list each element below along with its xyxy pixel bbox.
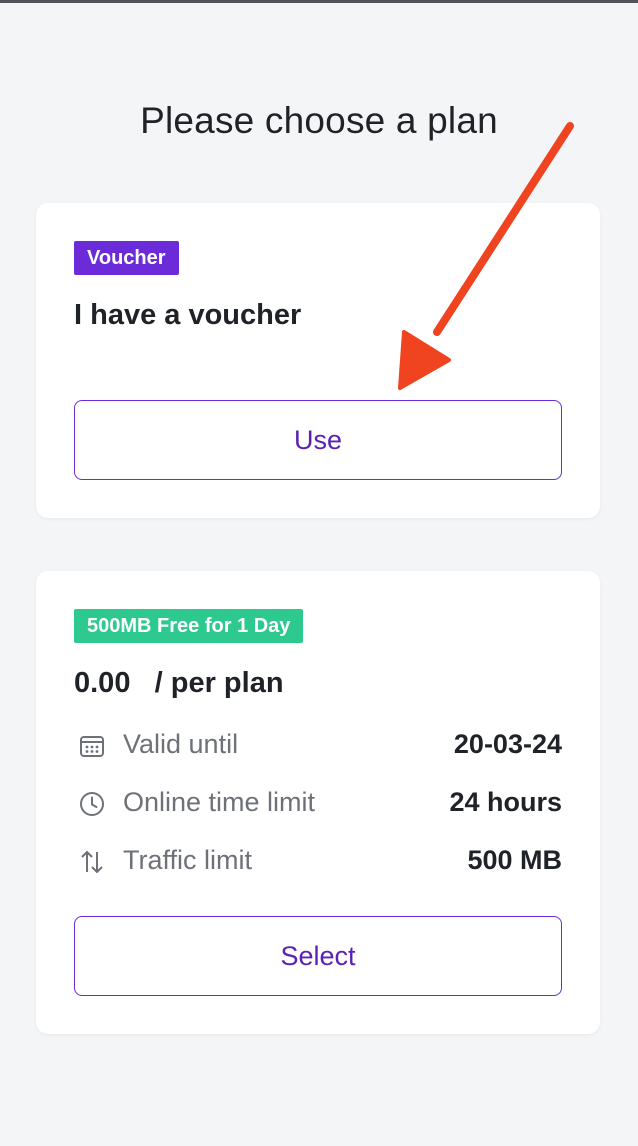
plan-price-amount: 0.00 — [74, 667, 131, 699]
voucher-badge: Voucher — [74, 241, 179, 275]
use-voucher-button[interactable]: Use — [74, 400, 562, 480]
plan-price: 0.00 / per plan — [74, 667, 284, 700]
info-row-valid-until: Valid until 20-03-24 — [74, 725, 562, 765]
plan-price-suffix: / per plan — [154, 667, 284, 699]
select-plan-button[interactable]: Select — [74, 916, 562, 996]
info-label: Traffic limit — [123, 845, 253, 875]
info-value: 20-03-24 — [453, 729, 562, 759]
page-title: Please choose a plan — [140, 100, 498, 141]
up-down-arrows-icon — [81, 850, 103, 874]
calendar-icon — [80, 736, 104, 757]
voucher-card: Voucher I have a voucher Use — [36, 203, 600, 518]
clock-icon — [80, 792, 104, 816]
info-label: Valid until — [123, 729, 239, 759]
info-value: 24 hours — [449, 787, 562, 817]
info-label: Online time limit — [123, 787, 316, 817]
plan-badge: 500MB Free for 1 Day — [74, 609, 304, 643]
info-value: 500 MB — [467, 845, 562, 875]
voucher-heading: I have a voucher — [74, 299, 302, 331]
top-divider — [0, 0, 638, 3]
plan-card: 500MB Free for 1 Day 0.00 / per plan Val… — [36, 571, 600, 1034]
info-row-traffic-limit: Traffic limit 500 MB — [74, 841, 562, 881]
info-row-online-time: Online time limit 24 hours — [74, 783, 562, 823]
